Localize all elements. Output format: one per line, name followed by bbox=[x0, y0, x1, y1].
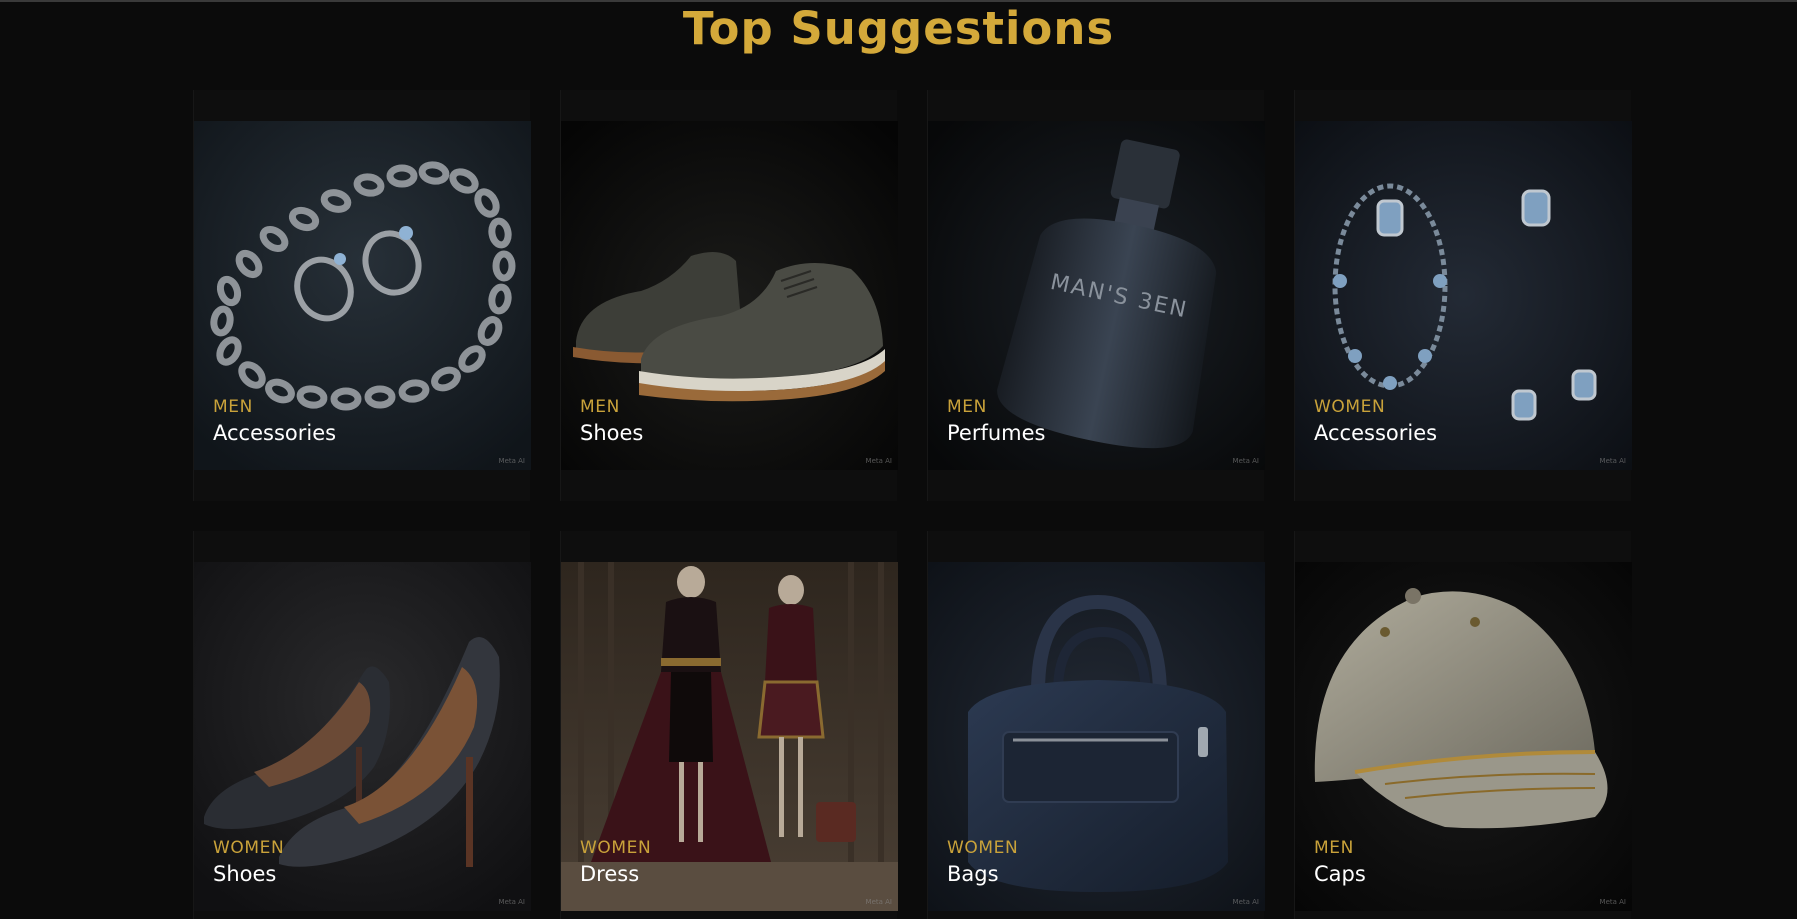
meta-ai-watermark: Meta AI bbox=[1599, 898, 1626, 906]
card-name[interactable]: Accessories bbox=[1314, 418, 1437, 448]
card-name[interactable]: Shoes bbox=[213, 859, 284, 889]
card-category: WOMEN bbox=[1314, 397, 1386, 417]
card-category: MEN bbox=[947, 397, 987, 417]
meta-ai-watermark: Meta AI bbox=[498, 457, 525, 465]
card-category: MEN bbox=[1314, 838, 1354, 858]
card-name[interactable]: Shoes bbox=[580, 418, 643, 448]
card-name[interactable]: Caps bbox=[1314, 859, 1366, 889]
card-caption: MEN Accessories bbox=[213, 396, 336, 448]
meta-ai-watermark: Meta AI bbox=[498, 898, 525, 906]
page: Top Suggestions Meta AI MEN Accessories … bbox=[0, 0, 1797, 919]
card-caption: MEN Caps bbox=[1314, 837, 1366, 889]
card-caption: WOMEN Shoes bbox=[213, 837, 284, 889]
card-caption: WOMEN Dress bbox=[580, 837, 651, 889]
card-category: MEN bbox=[213, 397, 253, 417]
card-category: MEN bbox=[580, 397, 620, 417]
card-caption: WOMEN Bags bbox=[947, 837, 1018, 889]
suggestion-card-women-accessories[interactable]: Meta AI WOMEN Accessories bbox=[1294, 90, 1632, 501]
meta-ai-watermark: Meta AI bbox=[1599, 457, 1626, 465]
suggestion-card-women-dress[interactable]: Meta AI WOMEN Dress bbox=[560, 531, 898, 919]
card-name[interactable]: Dress bbox=[580, 859, 651, 889]
suggestion-card-women-bags[interactable]: Meta AI WOMEN Bags bbox=[927, 531, 1265, 919]
meta-ai-watermark: Meta AI bbox=[1232, 898, 1259, 906]
suggestion-grid: Meta AI MEN Accessories Meta AI MEN Shoe… bbox=[193, 90, 1633, 919]
card-name[interactable]: Bags bbox=[947, 859, 1018, 889]
card-name[interactable]: Accessories bbox=[213, 418, 336, 448]
meta-ai-watermark: Meta AI bbox=[865, 457, 892, 465]
card-caption: MEN Shoes bbox=[580, 396, 643, 448]
suggestion-card-women-shoes[interactable]: Meta AI WOMEN Shoes bbox=[193, 531, 531, 919]
card-caption: WOMEN Accessories bbox=[1314, 396, 1437, 448]
meta-ai-watermark: Meta AI bbox=[1232, 457, 1259, 465]
meta-ai-watermark: Meta AI bbox=[865, 898, 892, 906]
section-title: Top Suggestions bbox=[682, 2, 1115, 55]
suggestion-card-men-perfumes[interactable]: MAN'S 3EN Meta AI MEN Perfumes bbox=[927, 90, 1265, 501]
card-category: WOMEN bbox=[947, 838, 1019, 858]
card-name[interactable]: Perfumes bbox=[947, 418, 1046, 448]
suggestion-card-men-accessories[interactable]: Meta AI MEN Accessories bbox=[193, 90, 531, 501]
suggestion-card-men-caps[interactable]: Meta AI MEN Caps bbox=[1294, 531, 1632, 919]
card-caption: MEN Perfumes bbox=[947, 396, 1046, 448]
card-category: WOMEN bbox=[580, 838, 652, 858]
suggestion-card-men-shoes[interactable]: Meta AI MEN Shoes bbox=[560, 90, 898, 501]
card-category: WOMEN bbox=[213, 838, 285, 858]
